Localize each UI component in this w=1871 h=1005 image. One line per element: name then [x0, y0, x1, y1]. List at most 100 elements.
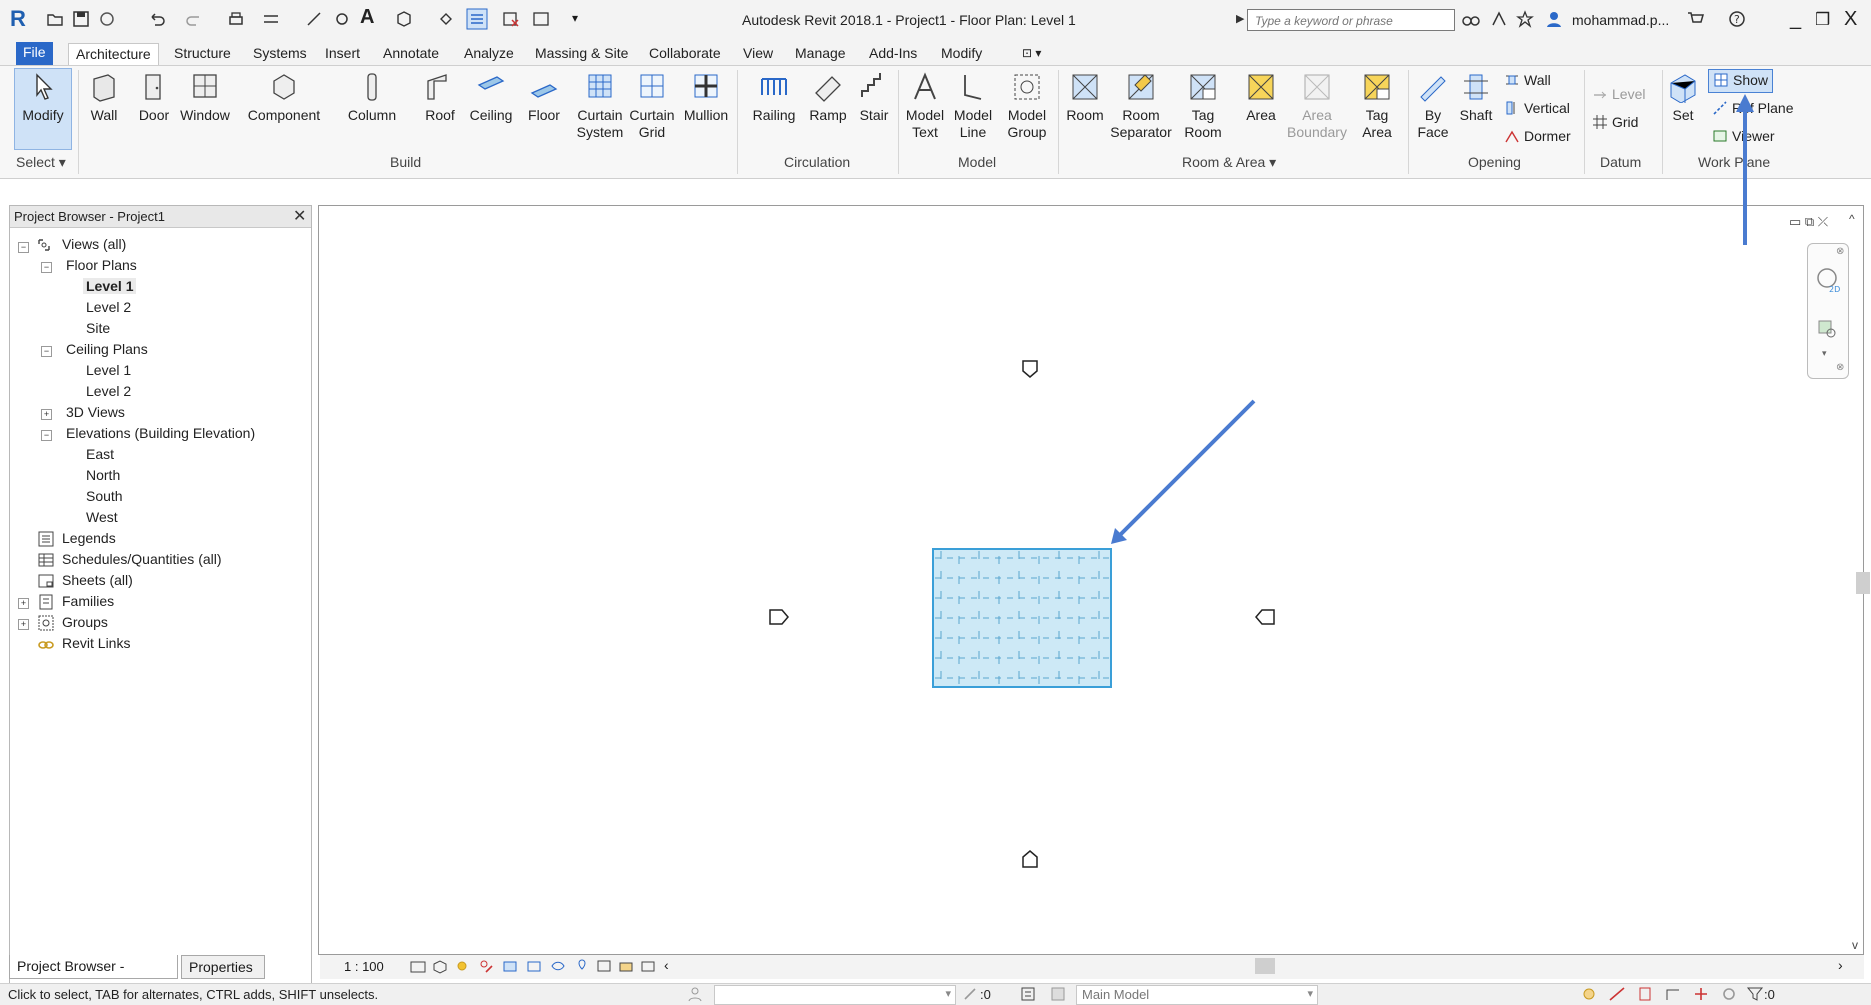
tab-massing-site[interactable]: Massing & Site	[528, 43, 635, 65]
search-field[interactable]	[1247, 9, 1455, 31]
tree-item-north[interactable]: North	[86, 467, 120, 483]
restore-button[interactable]: ❒	[1815, 10, 1830, 30]
curtain-grid-button[interactable]: Curtain Grid	[626, 69, 678, 141]
crop-view-icon[interactable]	[502, 958, 518, 974]
print-icon[interactable]	[227, 10, 245, 28]
west-elevation-marker[interactable]	[769, 609, 789, 625]
modify-button[interactable]: Modify	[14, 68, 72, 150]
tree-item-elevations[interactable]: Elevations (Building Elevation)	[66, 425, 255, 441]
show-crop-region-icon[interactable]	[526, 958, 542, 974]
column-button[interactable]: Column	[344, 69, 400, 124]
roof-button[interactable]: Roof	[420, 69, 460, 124]
binoculars-icon[interactable]	[1462, 10, 1480, 28]
tab-collaborate[interactable]: Collaborate	[642, 43, 728, 65]
tag-area-button[interactable]: Tag Area	[1354, 69, 1400, 141]
collapse-toggle[interactable]: −	[41, 346, 52, 357]
tab-architecture[interactable]: Architecture	[68, 43, 159, 65]
close-button[interactable]: X	[1844, 8, 1857, 31]
stair-button[interactable]: Stair	[854, 69, 894, 124]
window-button[interactable]: Window	[178, 69, 232, 124]
area-button[interactable]: Area	[1238, 69, 1284, 124]
tree-item-groups[interactable]: Groups	[62, 614, 108, 630]
vertical-opening-button[interactable]: Vertical	[1504, 100, 1570, 116]
user-name[interactable]: mohammad.p...	[1572, 12, 1669, 28]
tab-file[interactable]: File	[16, 42, 53, 65]
tag-icon[interactable]	[333, 10, 351, 28]
customize-qat-icon[interactable]: ▾	[572, 11, 590, 29]
tree-item-sheets[interactable]: Sheets (all)	[62, 572, 133, 588]
help-icon[interactable]: ?	[1728, 10, 1746, 28]
reveal-hidden-icon[interactable]	[574, 958, 590, 974]
section-icon[interactable]	[437, 10, 455, 28]
tab-add-ins[interactable]: Add-Ins	[862, 43, 924, 65]
tab-modify[interactable]: Modify	[934, 43, 989, 65]
tree-item-ceiling-plans[interactable]: Ceiling Plans	[66, 341, 148, 357]
navbar-options-icon[interactable]: ⊗	[1836, 362, 1844, 373]
open-icon[interactable]	[46, 10, 64, 28]
search-input[interactable]	[1253, 11, 1453, 31]
switch-windows-icon[interactable]	[532, 10, 550, 28]
tree-item-ceiling-level-1[interactable]: Level 1	[86, 362, 131, 378]
grid-button[interactable]: Grid	[1592, 114, 1638, 130]
2d-wheel-icon[interactable]: 2D	[1815, 266, 1843, 296]
tab-manage[interactable]: Manage	[788, 43, 853, 65]
filter-icon[interactable]	[1746, 986, 1764, 1002]
door-button[interactable]: Door	[134, 69, 174, 124]
room-button[interactable]: Room	[1062, 69, 1108, 124]
search-expand-icon[interactable]: ▶	[1236, 12, 1244, 25]
tree-item-site[interactable]: Site	[86, 320, 110, 336]
tree-item-families[interactable]: Families	[62, 593, 114, 609]
dormer-button[interactable]: Dormer	[1504, 128, 1571, 144]
tab-systems[interactable]: Systems	[246, 43, 314, 65]
railing-button[interactable]: Railing	[748, 69, 800, 124]
selected-floor[interactable]	[932, 548, 1112, 688]
tree-item-east[interactable]: East	[86, 446, 114, 462]
default-3d-view-icon[interactable]	[395, 10, 413, 28]
subscription-center-icon[interactable]	[1490, 10, 1508, 28]
room-area-panel-label[interactable]: Room & Area ▾	[1182, 154, 1276, 171]
collapse-toggle[interactable]: −	[41, 262, 52, 273]
tab-view[interactable]: View	[736, 43, 780, 65]
vertical-scrollbar-thumb[interactable]	[1856, 572, 1870, 594]
scroll-down-icon[interactable]: v	[1852, 938, 1858, 952]
tab-annotate[interactable]: Annotate	[376, 43, 446, 65]
tree-item-west[interactable]: West	[86, 509, 118, 525]
autodesk-app-store-cart-icon[interactable]	[1686, 10, 1704, 28]
user-icon[interactable]	[1545, 10, 1563, 28]
expand-toggle[interactable]: +	[18, 598, 29, 609]
mullion-button[interactable]: Mullion	[680, 69, 732, 124]
tree-item-south[interactable]: South	[86, 488, 123, 504]
tab-project-browser[interactable]: Project Browser - Project1	[9, 955, 178, 996]
opening-wall-button[interactable]: Wall	[1504, 72, 1551, 88]
tab-insert[interactable]: Insert	[318, 43, 367, 65]
tag-room-button[interactable]: Tag Room	[1180, 69, 1226, 141]
analytical-model-icon[interactable]	[596, 958, 612, 974]
expand-toggle[interactable]: +	[18, 619, 29, 630]
worksets-icon[interactable]	[686, 986, 704, 1002]
zoom-icon[interactable]	[1816, 318, 1840, 342]
model-text-button[interactable]: Model Text	[902, 69, 948, 141]
east-elevation-marker[interactable]	[1255, 609, 1275, 625]
design-option-dropdown[interactable]: Main Model ▾	[1076, 985, 1318, 1005]
ceiling-button[interactable]: Ceiling	[466, 69, 516, 124]
save-icon[interactable]	[72, 10, 90, 28]
tree-item-3d-views[interactable]: 3D Views	[66, 404, 125, 420]
drag-elements-icon[interactable]	[1692, 986, 1710, 1002]
close-navbar-icon[interactable]: ⊗	[1836, 246, 1844, 257]
tree-item-revit-links[interactable]: Revit Links	[62, 635, 130, 651]
area-boundary-button[interactable]: Area Boundary	[1286, 69, 1348, 141]
aligned-dimension-icon[interactable]	[305, 10, 323, 28]
workset-dropdown[interactable]: ▾	[714, 985, 956, 1005]
app-logo[interactable]: R	[10, 6, 26, 32]
minimize-button[interactable]: _	[1790, 8, 1801, 31]
level-button[interactable]: Level	[1592, 86, 1645, 102]
exclude-options-icon[interactable]	[1050, 986, 1066, 1002]
tree-item-floor-level-2[interactable]: Level 2	[86, 299, 131, 315]
ramp-button[interactable]: Ramp	[806, 69, 850, 124]
thin-lines-icon[interactable]	[466, 8, 488, 30]
view-controls-collapse-icon[interactable]: ‹	[664, 957, 669, 973]
zoom-dropdown-icon[interactable]: ▾	[1822, 348, 1827, 359]
select-pinned-icon[interactable]	[1636, 986, 1654, 1002]
tree-item-views-all[interactable]: Views (all)	[62, 236, 126, 252]
sync-icon[interactable]	[98, 10, 116, 28]
